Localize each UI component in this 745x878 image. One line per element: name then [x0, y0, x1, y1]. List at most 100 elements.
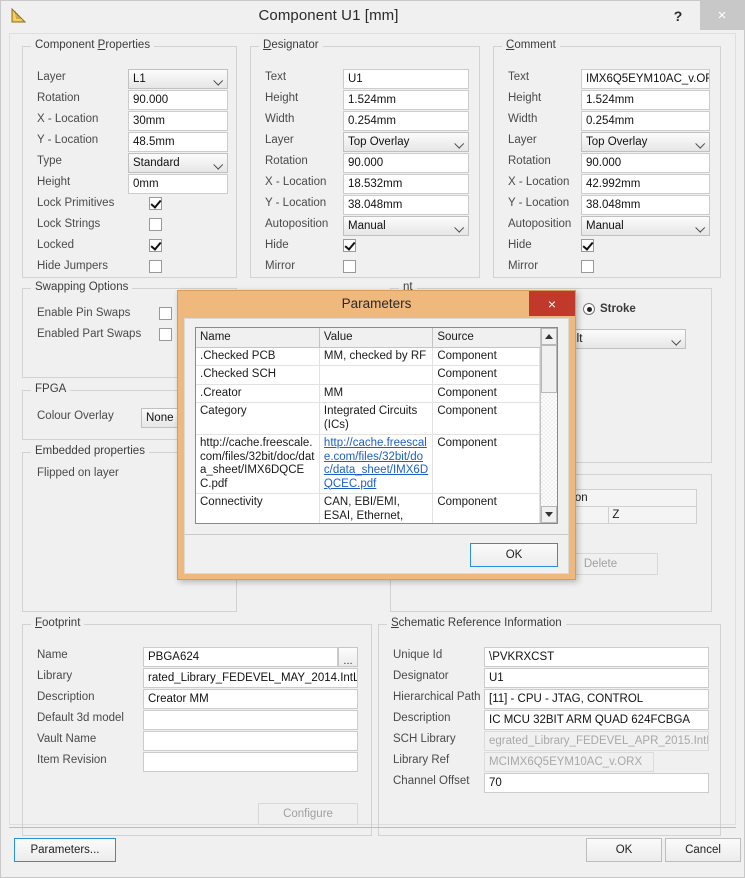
designator-height-input[interactable]: 1.524mm — [343, 90, 469, 110]
comment-layer-combo[interactable]: Top Overlay — [581, 132, 710, 152]
checkbox-label: Mirror — [508, 260, 539, 272]
scroll-up-icon[interactable] — [541, 328, 557, 345]
designator-x-location-input[interactable]: 18.532mm — [343, 174, 469, 194]
field-label: Y - Location — [37, 134, 99, 146]
footprint-description-input[interactable]: Creator MM — [143, 689, 358, 709]
designator-text-input[interactable]: U1 — [343, 69, 469, 89]
sch-description-input[interactable]: IC MCU 32BIT ARM QUAD 624FCBGA — [484, 710, 709, 730]
lock-strings-checkbox[interactable] — [149, 218, 162, 231]
stroke-label: Stroke — [600, 303, 636, 315]
footprint-library-input[interactable]: rated_Library_FEDEVEL_MAY_2014.IntLib — [143, 668, 358, 688]
designator-layer-combo[interactable]: Top Overlay — [343, 132, 469, 152]
scrollbar-thumb[interactable] — [541, 345, 557, 393]
unique-id-input[interactable]: \PVKRXCST — [484, 647, 709, 667]
footprint-name-input[interactable]: PBGA624 — [143, 647, 338, 667]
footprint-item-revision-input[interactable] — [143, 752, 358, 772]
layer-combo[interactable]: L1 — [128, 69, 228, 89]
param-name: Connectivity — [196, 493, 320, 523]
designator-hide-checkbox[interactable] — [343, 239, 356, 252]
parameters-ok-button[interactable]: OK — [470, 543, 558, 567]
field-label: Library Ref — [393, 754, 450, 766]
sch-library-input: egrated_Library_FEDEVEL_APR_2015.IntLib — [484, 731, 709, 751]
column-header-name[interactable]: Name — [196, 328, 320, 348]
designator-autoposition-combo[interactable]: Manual — [343, 216, 469, 236]
designator-y-location-input[interactable]: 38.048mm — [343, 195, 469, 215]
checkbox-label: Hide — [508, 239, 532, 251]
locked-checkbox[interactable] — [149, 239, 162, 252]
comment-autoposition-combo[interactable]: Manual — [581, 216, 710, 236]
datasheet-link[interactable]: http://cache.freescale.com/files/32bit/d… — [324, 437, 428, 490]
ok-button[interactable]: OK — [586, 838, 662, 862]
scroll-down-icon[interactable] — [541, 506, 557, 523]
component-properties-dialog: Component U1 [mm] ? × Component Properti… — [0, 0, 745, 878]
stroke-radio[interactable] — [583, 303, 595, 315]
column-header-value[interactable]: Value — [319, 328, 434, 348]
comment-height-input[interactable]: 1.524mm — [581, 90, 710, 110]
param-source: Component — [432, 384, 540, 403]
table-row[interactable]: Connectivity CAN, EBI/EMI, ESAI, Etherne… — [196, 493, 540, 523]
table-row[interactable]: .Checked SCH Component — [196, 365, 540, 385]
enabled-part-swaps-checkbox[interactable] — [159, 328, 172, 341]
x-location-input[interactable]: 30mm — [128, 111, 228, 131]
footprint-legend: Footprint — [31, 617, 85, 629]
comment-width-input[interactable]: 0.254mm — [581, 111, 710, 131]
parameters-button[interactable]: Parameters... — [14, 838, 116, 862]
schematic-reference-legend: Schematic Reference Information — [387, 617, 566, 629]
designator-legend: Designator — [259, 39, 323, 51]
field-label: Autoposition — [508, 218, 572, 230]
parameters-dialog-title: Parameters — [341, 296, 412, 311]
table-row[interactable]: .Checked PCB MM, checked by RF Component — [196, 347, 540, 366]
hierarchical-path-input[interactable]: [11] - CPU - JTAG, CONTROL — [484, 689, 709, 709]
cancel-button[interactable]: Cancel — [665, 838, 741, 862]
enable-pin-swaps-checkbox[interactable] — [159, 307, 172, 320]
comment-hide-checkbox[interactable] — [581, 239, 594, 252]
configure-button[interactable]: Configure — [258, 803, 358, 825]
comment-mirror-checkbox[interactable] — [581, 260, 594, 273]
field-label: Default 3d model — [37, 712, 124, 724]
field-label: Designator — [393, 670, 449, 682]
close-button[interactable]: × — [700, 1, 744, 30]
rotation-input[interactable]: 90.000 — [128, 90, 228, 110]
table-row[interactable]: http://cache.freescale.com/files/32bit/d… — [196, 434, 540, 494]
table-header-row: Name Value Source — [196, 328, 540, 348]
direction-col-z: Z — [608, 506, 697, 524]
designator-rotation-input[interactable]: 90.000 — [343, 153, 469, 173]
hide-jumpers-checkbox[interactable] — [149, 260, 162, 273]
parameters-table-scrollbar[interactable] — [540, 328, 557, 523]
sch-designator-input[interactable]: U1 — [484, 668, 709, 688]
column-header-source[interactable]: Source — [432, 328, 540, 348]
field-label: Width — [265, 113, 295, 125]
field-label: Type — [37, 155, 62, 167]
designator-mirror-checkbox[interactable] — [343, 260, 356, 273]
height-input[interactable]: 0mm — [128, 174, 228, 194]
footprint-default-3d-model-input[interactable] — [143, 710, 358, 730]
checkbox-label: Enabled Part Swaps — [37, 328, 142, 340]
checkbox-label: Enable Pin Swaps — [37, 307, 131, 319]
designator-width-input[interactable]: 0.254mm — [343, 111, 469, 131]
comment-rotation-input[interactable]: 90.000 — [581, 153, 710, 173]
comment-x-location-input[interactable]: 42.992mm — [581, 174, 710, 194]
field-label: Rotation — [37, 92, 80, 104]
table-row[interactable]: .Creator MM Component — [196, 384, 540, 403]
field-label: SCH Library — [393, 733, 456, 745]
embedded-properties-legend: Embedded properties — [31, 445, 149, 457]
param-name: .Checked PCB — [196, 347, 320, 366]
lock-primitives-checkbox[interactable] — [149, 197, 162, 210]
y-location-input[interactable]: 48.5mm — [128, 132, 228, 152]
parameters-close-button[interactable]: × — [529, 291, 575, 316]
footprint-browse-button[interactable]: ... — [338, 647, 358, 667]
param-name: Category — [196, 402, 320, 435]
type-combo[interactable]: Standard — [128, 153, 228, 173]
comment-y-location-input[interactable]: 38.048mm — [581, 195, 710, 215]
parameters-table-container: Name Value Source .Checked PCB MM, check… — [195, 327, 558, 524]
table-row[interactable]: Category Integrated Circuits (ICs) Compo… — [196, 402, 540, 435]
footer-divider — [9, 827, 736, 828]
parameters-table: Name Value Source .Checked PCB MM, check… — [196, 328, 540, 523]
footprint-vault-name-input[interactable] — [143, 731, 358, 751]
param-name: .Creator — [196, 384, 320, 403]
comment-text-input[interactable]: IMX6Q5EYM10AC_v.ORX — [581, 69, 710, 89]
scrollbar-track[interactable] — [541, 345, 557, 506]
help-button[interactable]: ? — [656, 1, 700, 30]
channel-offset-input[interactable]: 70 — [484, 773, 709, 793]
component-properties-group: Component Properties Layer L1 Rotation 9… — [22, 39, 237, 278]
